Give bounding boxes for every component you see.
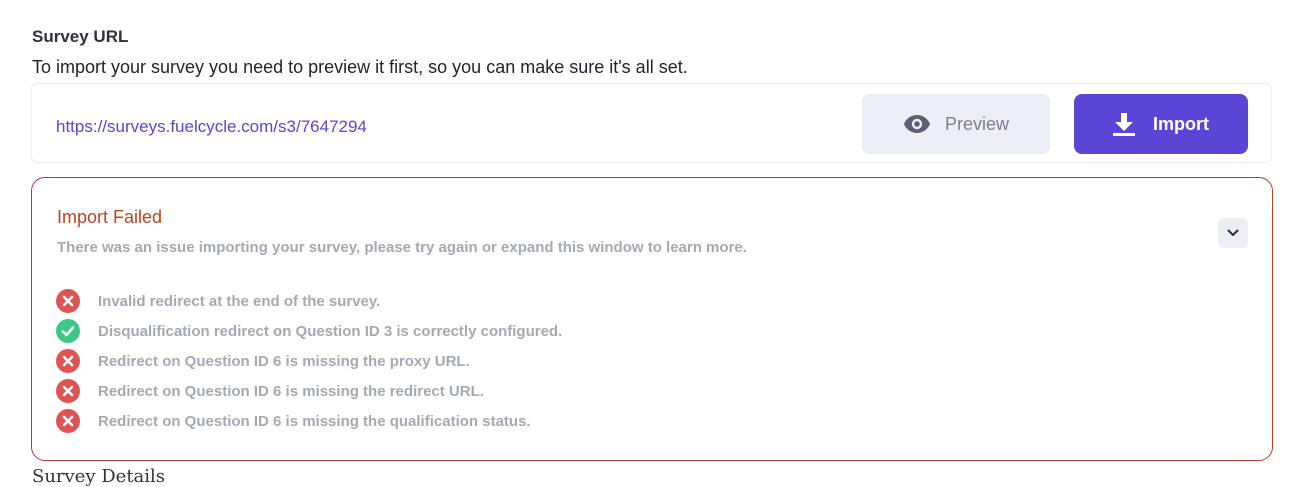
error-x-icon (56, 409, 80, 433)
import-button[interactable]: Import (1074, 94, 1248, 154)
checklist-item: Redirect on Question ID 6 is missing the… (56, 376, 562, 406)
checklist-item: Invalid redirect at the end of the surve… (56, 286, 562, 316)
error-x-icon (56, 379, 80, 403)
checklist-item: Redirect on Question ID 6 is missing the… (56, 406, 562, 436)
survey-url-description: To import your survey you need to previe… (32, 57, 688, 77)
checklist-item-text: Disqualification redirect on Question ID… (98, 322, 563, 340)
checklist-item-text: Redirect on Question ID 6 is missing the… (98, 382, 484, 400)
import-label: Import (1153, 113, 1209, 134)
checklist-item-text: Redirect on Question ID 6 is missing the… (98, 352, 470, 370)
success-check-icon (56, 319, 80, 343)
import-failed-title: Import Failed (57, 207, 163, 227)
preview-button[interactable]: Preview (862, 94, 1050, 154)
survey-url-title: Survey URL (32, 27, 129, 46)
error-x-icon (56, 349, 80, 373)
validation-checklist: Invalid redirect at the end of the surve… (56, 286, 562, 436)
checklist-item: Redirect on Question ID 6 is missing the… (56, 346, 562, 376)
download-icon (1113, 113, 1135, 136)
error-x-icon (56, 289, 80, 313)
expand-toggle-button[interactable] (1218, 218, 1248, 248)
chevron-down-icon (1227, 229, 1239, 236)
survey-details-heading: Survey Details (32, 466, 166, 487)
preview-label: Preview (944, 113, 1010, 134)
import-failed-subtitle: There was an issue importing your survey… (57, 239, 747, 256)
import-failed-panel: Import Failed There was an issue importi… (31, 177, 1273, 461)
checklist-item-text: Invalid redirect at the end of the surve… (98, 292, 381, 310)
survey-url-link[interactable]: https://surveys.fuelcycle.com/s3/7647294 (56, 117, 367, 137)
eye-icon (903, 115, 930, 133)
survey-url-card: https://surveys.fuelcycle.com/s3/7647294… (31, 83, 1272, 163)
checklist-item-text: Redirect on Question ID 6 is missing the… (98, 412, 531, 430)
checklist-item: Disqualification redirect on Question ID… (56, 316, 562, 346)
